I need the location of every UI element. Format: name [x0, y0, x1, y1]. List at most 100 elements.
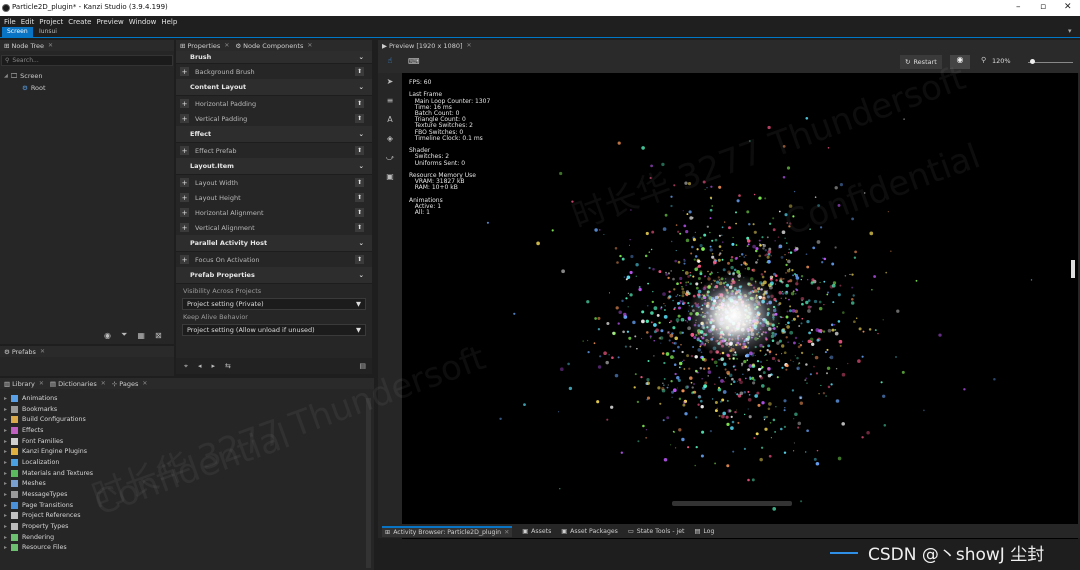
close-icon[interactable]: ✕ [142, 380, 147, 387]
pin-icon[interactable]: ⬆ [355, 208, 364, 217]
expand-icon[interactable]: ▸ [4, 459, 7, 466]
tab-assets[interactable]: ▣ Assets [522, 528, 551, 535]
tree-item-screen[interactable]: ◢ 🖵 Screen [0, 70, 174, 82]
close-icon[interactable]: ✕ [467, 42, 472, 49]
add-icon[interactable]: + [180, 193, 189, 202]
library-item[interactable]: ▸ Build Configurations [0, 414, 374, 425]
pin-icon[interactable]: ⬆ [355, 67, 364, 76]
tab-node-components[interactable]: ⚙ Node Components ✕ [235, 42, 312, 50]
chevron-down-icon[interactable]: ⌄ [359, 130, 364, 138]
close-icon[interactable]: ✕ [224, 42, 229, 49]
preview-viewport[interactable]: FPS: 60 Last Frame Main Loop Counter: 13… [402, 73, 1078, 539]
library-item[interactable]: ▸ Animations [0, 393, 374, 404]
first-icon[interactable]: ◂ [198, 362, 202, 370]
pin-icon[interactable]: ⬆ [355, 146, 364, 155]
project-tab-iunsui[interactable]: Iunsui [34, 27, 62, 37]
collapse-icon[interactable]: ⊠ [155, 331, 162, 340]
prev-icon[interactable]: ▸ [211, 362, 215, 370]
visibility-dropdown[interactable]: Project setting (Private) ▼ [182, 298, 366, 310]
section-prefab-properties[interactable]: Prefab Properties ⌄ [176, 267, 372, 284]
prop-vertical-padding[interactable]: + Vertical Padding ⬆ [176, 111, 372, 126]
library-scrollbar[interactable] [366, 398, 371, 568]
close-icon[interactable]: ✕ [307, 42, 312, 49]
expand-icon[interactable]: ▸ [4, 395, 7, 402]
tab-node-tree[interactable]: ⊞ Node Tree ✕ [4, 42, 53, 50]
prop-layout-height[interactable]: + Layout Height ⬆ [176, 190, 372, 205]
zoom-slider-thumb[interactable] [1030, 59, 1035, 64]
close-icon[interactable]: ✕ [101, 380, 106, 387]
keyboard-icon[interactable]: ⌨ [408, 57, 420, 66]
menu-edit[interactable]: Edit [21, 18, 35, 26]
section-layout-item[interactable]: Layout.Item ⌄ [176, 158, 372, 175]
expand-icon[interactable]: ▸ [4, 491, 7, 498]
tab-prefabs[interactable]: ⚙ Prefabs ✕ [4, 348, 45, 356]
pin-icon[interactable]: ⬆ [355, 255, 364, 264]
chevron-down-icon[interactable]: ⌄ [359, 83, 364, 91]
pin-icon[interactable]: ⬆ [355, 223, 364, 232]
section-parallel-activity-host[interactable]: Parallel Activity Host ⌄ [176, 235, 372, 252]
add-icon[interactable]: + [180, 255, 189, 264]
tab-activity-browser[interactable]: ⊞ Activity Browser: Particle2D_plugin ✕ [382, 525, 513, 537]
add-icon[interactable]: + [180, 178, 189, 187]
sync-icon[interactable]: ⇆ [225, 362, 231, 370]
expand-icon[interactable]: ▸ [4, 406, 7, 413]
expand-icon[interactable]: ▸ [4, 448, 7, 455]
expand-icon[interactable]: ▸ [4, 470, 7, 477]
expand-icon[interactable]: ▸ [4, 416, 7, 423]
chevron-down-icon[interactable]: ⌄ [359, 53, 364, 61]
close-icon[interactable]: ✕ [1064, 2, 1072, 12]
expand-icon[interactable]: ▸ [4, 544, 7, 551]
pin-icon[interactable]: ⬆ [355, 99, 364, 108]
text-icon[interactable]: A [384, 115, 396, 127]
pin-icon[interactable]: ⬆ [355, 178, 364, 187]
library-item[interactable]: ▸ Localization [0, 457, 374, 468]
search-input[interactable]: ⚲ Search... [1, 55, 173, 66]
add-icon[interactable]: + [180, 67, 189, 76]
close-icon[interactable]: ✕ [504, 529, 509, 536]
library-item[interactable]: ▸ MessageTypes [0, 489, 374, 500]
prop-horizontal-padding[interactable]: + Horizontal Padding ⬆ [176, 96, 372, 111]
tab-pages[interactable]: ⊹ Pages ✕ [112, 380, 148, 388]
expand-icon[interactable]: ▸ [4, 438, 7, 445]
tab-preview[interactable]: ▶ Preview [1920 x 1080] ✕ [382, 42, 472, 50]
share-icon[interactable]: ⤻ [384, 153, 396, 165]
filter-icon[interactable]: ⏷ [121, 330, 127, 340]
add-icon[interactable]: + [180, 146, 189, 155]
menu-file[interactable]: File [4, 18, 16, 26]
library-item[interactable]: ▸ Bookmarks [0, 404, 374, 415]
add-icon[interactable]: + [180, 223, 189, 232]
library-item[interactable]: ▸ Font Families [0, 436, 374, 447]
camera-icon[interactable]: ▣ [384, 172, 396, 184]
tab-asset-packages[interactable]: ▣ Asset Packages [561, 528, 618, 535]
interact-icon[interactable]: ☝ [384, 56, 396, 68]
library-item[interactable]: ▸ Meshes [0, 479, 374, 490]
layers-icon[interactable]: ≡ [384, 96, 396, 108]
menu-create[interactable]: Create [68, 18, 91, 26]
section-effect[interactable]: Effect ⌄ [176, 126, 372, 143]
tab-log[interactable]: ▤ Log [694, 528, 714, 535]
add-icon[interactable]: + [180, 208, 189, 217]
tab-library[interactable]: ▥ Library ✕ [4, 380, 44, 388]
select-icon[interactable]: ➤ [384, 77, 396, 89]
tab-dictionaries[interactable]: ▤ Dictionaries ✕ [50, 380, 106, 388]
library-item[interactable]: ▸ Materials and Textures [0, 468, 374, 479]
add-icon[interactable]: + [180, 99, 189, 108]
prop-horizontal-alignment[interactable]: + Horizontal Alignment ⬆ [176, 205, 372, 220]
expand-icon[interactable]: ▸ [4, 502, 7, 509]
tab-overflow-icon[interactable]: ▾ [1068, 27, 1072, 35]
expand-icon[interactable]: ▸ [4, 534, 7, 541]
library-item[interactable]: ▸ Rendering [0, 532, 374, 543]
library-item[interactable]: ▸ Effects [0, 425, 374, 436]
prop-vertical-alignment[interactable]: + Vertical Alignment ⬆ [176, 220, 372, 235]
menu-preview[interactable]: Preview [97, 18, 124, 26]
close-icon[interactable]: ✕ [39, 380, 44, 387]
expand-icon[interactable]: ▸ [4, 512, 7, 519]
grid-icon[interactable]: ▦ [137, 331, 145, 340]
tab-properties[interactable]: ⊞ Properties ✕ [180, 42, 229, 50]
keepalive-dropdown[interactable]: Project setting (Allow unload if unused)… [182, 324, 366, 336]
section-content-layout[interactable]: Content Layout ⌄ [176, 79, 372, 96]
chevron-down-icon[interactable]: ⌄ [359, 239, 364, 247]
restart-button[interactable]: ↻ Restart [900, 55, 942, 69]
library-item[interactable]: ▸ Kanzi Engine Plugins [0, 446, 374, 457]
stack-icon[interactable]: ◈ [384, 134, 396, 146]
